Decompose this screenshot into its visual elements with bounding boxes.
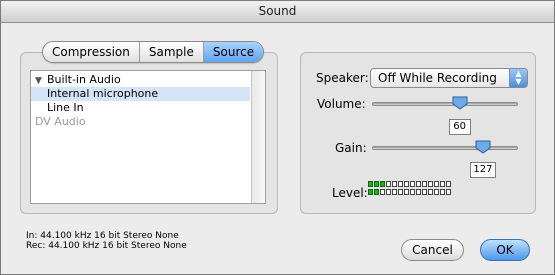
level-meter-cell — [410, 181, 415, 187]
level-meter — [368, 181, 451, 195]
level-meter-cell — [398, 189, 403, 195]
list-item-dv-audio: DV Audio — [31, 115, 250, 129]
tab-compression[interactable]: Compression — [43, 42, 140, 62]
list-item-label: Built-in Audio — [47, 73, 121, 86]
volume-value: 60 — [448, 119, 471, 135]
level-meter-cell — [416, 181, 421, 187]
level-meter-cell — [392, 181, 397, 187]
level-meter-cell — [428, 181, 433, 187]
level-meter-cell — [398, 181, 403, 187]
level-meter-cell — [440, 181, 445, 187]
cancel-button[interactable]: Cancel — [401, 239, 464, 261]
list-item-label: Internal microphone — [47, 87, 159, 100]
disclosure-triangle-icon[interactable]: ▼ — [35, 74, 47, 88]
speaker-popup-value: Off While Recording — [378, 71, 497, 85]
title-bar[interactable]: Sound — [1, 1, 554, 23]
level-meter-cell — [374, 189, 379, 195]
level-meter-cell — [404, 189, 409, 195]
level-meter-cell — [380, 181, 385, 187]
list-item-internal-microphone[interactable]: Internal microphone — [31, 87, 250, 101]
level-meter-cell — [368, 181, 373, 187]
ok-button[interactable]: OK — [480, 239, 530, 261]
tab-bar: Compression Sample Source — [42, 41, 265, 63]
level-meter-cell — [416, 189, 421, 195]
source-list[interactable]: ▼ Built-in Audio Internal microphone Line… — [30, 70, 266, 204]
level-meter-cell — [380, 189, 385, 195]
level-meter-row — [368, 189, 451, 195]
level-meter-cell — [428, 189, 433, 195]
popup-arrows-icon: ▲ ▼ — [509, 69, 527, 87]
record-format-info: Rec: 44.100 kHz 16 bit Stereo None — [26, 241, 187, 251]
level-meter-cell — [404, 181, 409, 187]
level-meter-cell — [386, 189, 391, 195]
level-label: Level: — [332, 186, 368, 200]
list-scrollbar[interactable] — [251, 71, 265, 203]
level-meter-cell — [368, 189, 373, 195]
volume-slider-thumb[interactable] — [452, 96, 468, 110]
tab-source[interactable]: Source — [203, 42, 264, 62]
level-meter-cell — [422, 181, 427, 187]
list-item-label: Line In — [47, 101, 84, 114]
level-meter-cell — [392, 189, 397, 195]
volume-slider-track[interactable] — [372, 102, 518, 106]
gain-slider-thumb[interactable] — [475, 140, 491, 154]
level-meter-cell — [410, 189, 415, 195]
gain-value: 127 — [469, 162, 496, 178]
level-meter-cell — [446, 181, 451, 187]
level-meter-cell — [434, 181, 439, 187]
list-item-label: DV Audio — [35, 115, 86, 128]
tab-sample[interactable]: Sample — [140, 42, 204, 62]
level-meter-cell — [446, 189, 451, 195]
level-meter-cell — [386, 181, 391, 187]
speaker-label: Speaker: — [316, 71, 369, 85]
level-meter-cell — [374, 181, 379, 187]
list-item-line-in[interactable]: Line In — [31, 101, 250, 115]
input-format-info: In: 44.100 kHz 16 bit Stereo None — [26, 231, 179, 241]
volume-label: Volume: — [317, 97, 366, 111]
speaker-popup[interactable]: Off While Recording ▲ ▼ — [370, 68, 528, 88]
list-item-built-in-audio[interactable]: ▼ Built-in Audio — [31, 73, 250, 87]
level-meter-cell — [440, 189, 445, 195]
gain-label: Gain: — [335, 141, 367, 155]
level-meter-row — [368, 181, 451, 187]
window-title: Sound — [258, 4, 297, 18]
level-meter-cell — [422, 189, 427, 195]
level-meter-cell — [434, 189, 439, 195]
gain-slider-track[interactable] — [372, 146, 518, 150]
